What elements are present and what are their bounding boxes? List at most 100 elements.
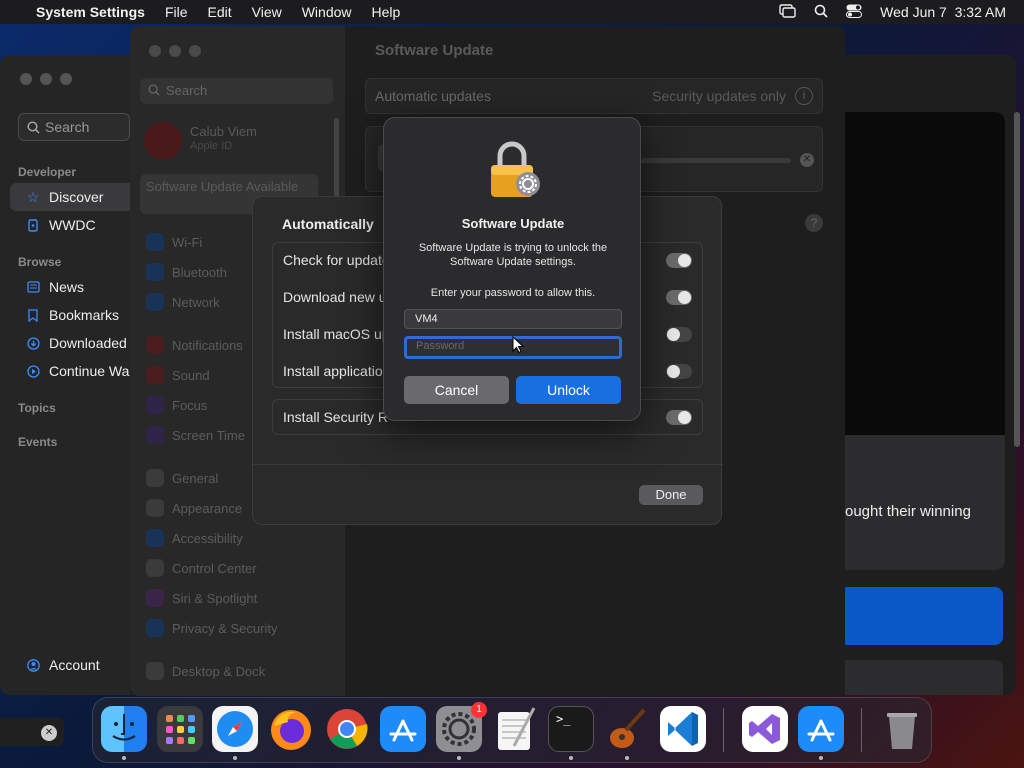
- sidebar-item-bookmarks[interactable]: Bookmarks: [10, 301, 130, 329]
- menu-edit[interactable]: Edit: [208, 4, 232, 20]
- sidebar-item-privacy-security[interactable]: Privacy & Security: [146, 617, 277, 639]
- dock-app-store-2-icon[interactable]: [798, 706, 844, 752]
- search-placeholder: Search: [45, 119, 90, 135]
- auth-dialog: Software Update Software Update is tryin…: [383, 117, 641, 421]
- sidebar-item-label: Control Center: [172, 560, 257, 576]
- toggle-install-apps[interactable]: [666, 364, 692, 379]
- menu-help[interactable]: Help: [372, 4, 401, 20]
- sidebar-item-label: Bluetooth: [172, 264, 227, 280]
- close-window-button[interactable]: [20, 73, 32, 85]
- settings-search-field[interactable]: Search: [140, 78, 333, 104]
- sidebar-item-bluetooth[interactable]: Bluetooth: [146, 261, 227, 283]
- spotlight-search-icon[interactable]: [814, 4, 828, 21]
- dock-vscode-icon[interactable]: [660, 706, 706, 752]
- toggle-download[interactable]: [666, 290, 692, 305]
- search-icon: [27, 121, 40, 134]
- developer-search-field[interactable]: Search: [18, 113, 130, 141]
- close-window-button[interactable]: [149, 45, 161, 57]
- focus-icon: [146, 396, 164, 414]
- sidebar-item-desktop-dock[interactable]: Desktop & Dock: [146, 660, 265, 682]
- clear-icon[interactable]: ✕: [41, 725, 57, 741]
- help-button[interactable]: ?: [805, 214, 823, 232]
- dock-safari-icon[interactable]: [212, 706, 258, 752]
- sidebar-item-news[interactable]: News: [10, 273, 130, 301]
- control-center-icon[interactable]: [846, 4, 863, 21]
- sidebar-item-general[interactable]: General: [146, 467, 218, 489]
- account-label: Account: [49, 657, 100, 673]
- sidebar-item-focus[interactable]: Focus: [146, 394, 207, 416]
- dock-textedit-icon[interactable]: [492, 706, 538, 752]
- desktop-dock-icon: [146, 662, 164, 680]
- wifi-icon: [146, 233, 164, 251]
- dock-app-store-icon[interactable]: [380, 706, 426, 752]
- article-card[interactable]: ought their winning: [845, 435, 1005, 570]
- minimize-window-button[interactable]: [40, 73, 52, 85]
- section-topics[interactable]: Topics: [18, 401, 56, 415]
- done-button[interactable]: Done: [639, 485, 703, 505]
- dock-trash-icon[interactable]: [879, 706, 925, 752]
- cancel-button[interactable]: Cancel: [404, 376, 509, 404]
- blue-card[interactable]: [845, 587, 1003, 645]
- sidebar-item-label: Sound: [172, 367, 210, 383]
- menu-window[interactable]: Window: [302, 4, 352, 20]
- card[interactable]: [845, 660, 1003, 695]
- option-install-macos-label: Install macOS up: [283, 326, 390, 342]
- sidebar-item-continue-watching[interactable]: Continue Wa: [10, 357, 130, 385]
- screen-mirroring-icon[interactable]: [779, 3, 796, 21]
- user-name[interactable]: Calub Viem: [190, 124, 257, 139]
- partial-search-field[interactable]: ✕: [0, 718, 64, 746]
- unlock-button[interactable]: Unlock: [516, 376, 621, 404]
- cancel-download-icon[interactable]: ✕: [800, 153, 814, 167]
- toggle-install-macos[interactable]: [666, 327, 692, 342]
- sheet-title: Automatically: [282, 216, 374, 232]
- zoom-window-button[interactable]: [60, 73, 72, 85]
- sidebar-item-wwdc[interactable]: WWDC: [10, 211, 130, 239]
- info-icon[interactable]: i: [795, 87, 813, 105]
- automatic-updates-value: Security updates only: [652, 88, 786, 104]
- sidebar-item-sound[interactable]: Sound: [146, 364, 210, 386]
- menu-view[interactable]: View: [252, 4, 282, 20]
- account-button[interactable]: Account: [10, 651, 130, 679]
- sidebar-item-downloaded[interactable]: Downloaded: [10, 329, 130, 357]
- star-icon: ☆: [26, 188, 40, 205]
- dock-finder-icon[interactable]: [101, 706, 147, 752]
- avatar[interactable]: [144, 122, 182, 160]
- sidebar-item-network[interactable]: Network: [146, 291, 220, 313]
- network-icon: [146, 293, 164, 311]
- dock-launchpad-icon[interactable]: [157, 706, 203, 752]
- sidebar-item-accessibility[interactable]: Accessibility: [146, 527, 243, 549]
- section-events[interactable]: Events: [18, 435, 57, 449]
- sidebar-item-discover[interactable]: ☆ Discover: [10, 183, 130, 211]
- sidebar-item-label: Siri & Spotlight: [172, 590, 258, 606]
- clock[interactable]: Wed Jun 7 3:32 AM: [880, 4, 1006, 20]
- option-install-apps-label: Install application: [283, 363, 391, 379]
- dock-terminal-icon[interactable]: >_: [548, 706, 594, 752]
- dock-chrome-icon[interactable]: [324, 706, 370, 752]
- news-icon: [26, 280, 40, 294]
- video-thumbnail[interactable]: [845, 112, 1005, 435]
- siri-icon: [146, 589, 164, 607]
- sidebar-item-siri-spotlight[interactable]: Siri & Spotlight: [146, 587, 257, 609]
- automatic-updates-row[interactable]: Automatic updates Security updates only …: [365, 78, 823, 114]
- dock-visual-studio-icon[interactable]: [742, 706, 788, 752]
- dock-garageband-icon[interactable]: [604, 706, 650, 752]
- toggle-security[interactable]: [666, 410, 692, 425]
- zoom-window-button[interactable]: [189, 45, 201, 57]
- dock-firefox-icon[interactable]: [268, 706, 314, 752]
- section-browse: Browse: [18, 255, 62, 269]
- sidebar-item-screen-time[interactable]: Screen Time: [146, 424, 245, 446]
- sidebar-item-label: Continue Wa: [49, 363, 130, 379]
- sidebar-item-appearance[interactable]: Appearance: [146, 497, 242, 519]
- scrollbar[interactable]: [1014, 112, 1020, 447]
- sidebar-item-wifi[interactable]: Wi-Fi: [146, 231, 202, 253]
- user-subtitle: Apple ID: [190, 140, 233, 152]
- username-field[interactable]: VM4: [404, 309, 622, 329]
- sidebar-item-notifications[interactable]: Notifications: [146, 334, 243, 356]
- toggle-check-updates[interactable]: [666, 253, 692, 268]
- menu-file[interactable]: File: [165, 4, 188, 20]
- sidebar-item-control-center[interactable]: Control Center: [146, 557, 257, 579]
- app-menu[interactable]: System Settings: [36, 4, 145, 20]
- minimize-window-button[interactable]: [169, 45, 181, 57]
- screen-time-icon: [146, 426, 164, 444]
- section-developer: Developer: [18, 165, 77, 179]
